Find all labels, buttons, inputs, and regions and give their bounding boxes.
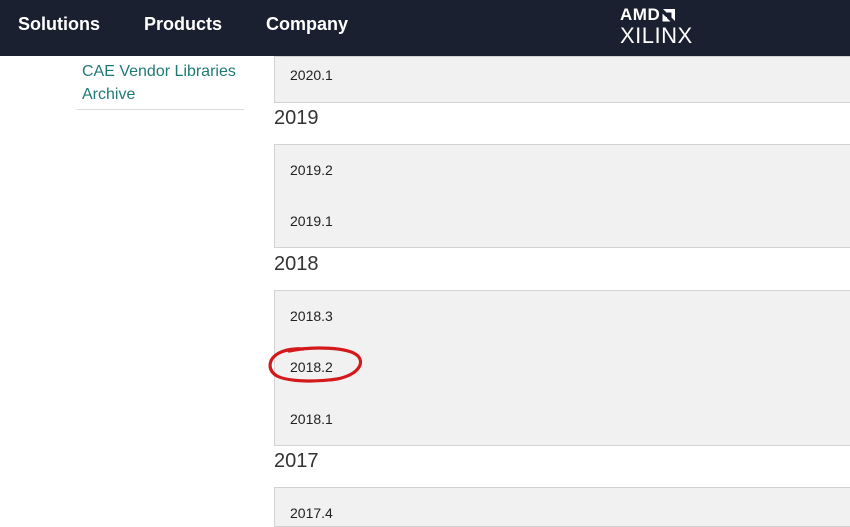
amd-xilinx-logo[interactable]: AMD XILINX xyxy=(620,6,693,48)
nav-item-company[interactable]: Company xyxy=(266,13,348,35)
release-2018-3[interactable]: 2018.3 xyxy=(290,307,333,325)
logo-xilinx-text: XILINX xyxy=(620,23,693,48)
amd-arrow-icon xyxy=(662,8,676,21)
year-heading-2017: 2017 xyxy=(274,450,319,472)
sidebar-divider xyxy=(77,109,244,110)
logo-amd-text: AMD xyxy=(620,5,661,24)
top-navigation-bar: Solutions Products Company AMD XILINX xyxy=(0,0,850,56)
release-2019-1[interactable]: 2019.1 xyxy=(290,212,333,230)
release-2019-2[interactable]: 2019.2 xyxy=(290,161,333,179)
release-2017-4[interactable]: 2017.4 xyxy=(290,504,333,522)
nav-item-solutions[interactable]: Solutions xyxy=(18,13,100,35)
year-heading-2019: 2019 xyxy=(274,107,319,129)
release-2018-2[interactable]: 2018.2 xyxy=(290,358,333,376)
nav-item-products[interactable]: Products xyxy=(144,13,222,35)
version-panel-2019 xyxy=(274,144,850,248)
version-panel-2018 xyxy=(274,290,850,446)
year-heading-2018: 2018 xyxy=(274,253,319,275)
version-panel-2020 xyxy=(274,56,850,103)
logo-amd-row: AMD xyxy=(620,6,693,24)
version-panel-2017 xyxy=(274,487,850,527)
release-2018-1[interactable]: 2018.1 xyxy=(290,410,333,428)
release-2020-1[interactable]: 2020.1 xyxy=(290,66,333,84)
sidebar-link-cae-vendor-libraries-archive[interactable]: CAE Vendor Libraries Archive xyxy=(82,60,242,106)
